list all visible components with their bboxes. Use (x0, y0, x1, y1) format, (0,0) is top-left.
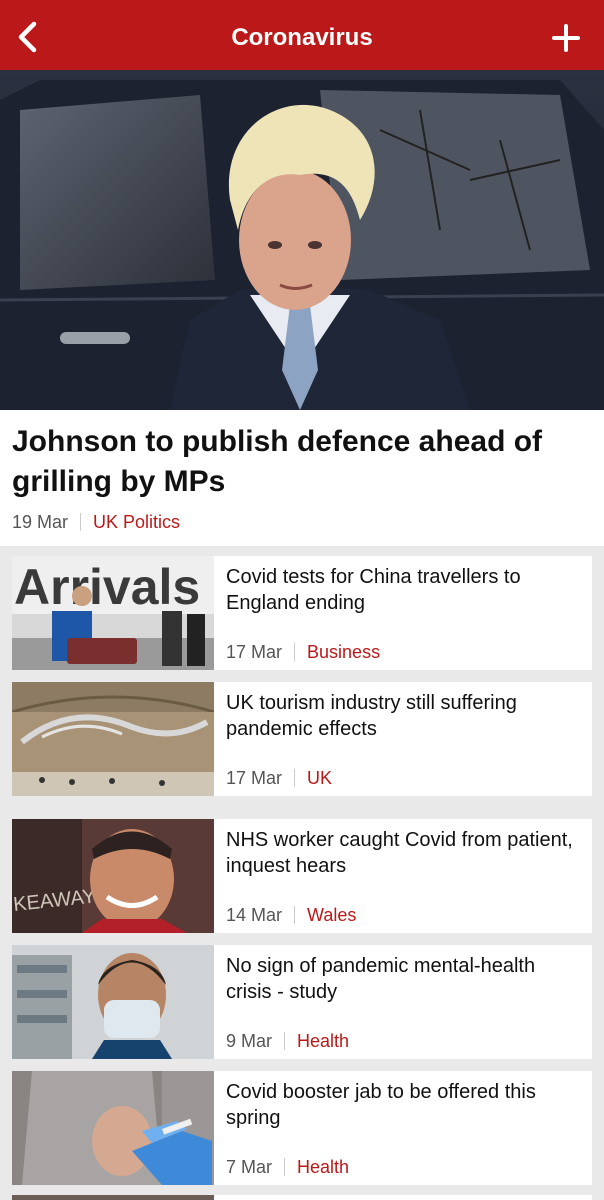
story-headline[interactable]: Covid booster jab to be offered this spr… (226, 1079, 582, 1131)
story-image-text: Arrivals (14, 559, 200, 615)
story-image (12, 945, 214, 1059)
top-story-headline[interactable]: Johnson to publish defence ahead of gril… (12, 422, 598, 502)
story-card[interactable]: Covid booster jab to be offered this spr… (12, 1071, 592, 1185)
story-card[interactable]: No sign of pandemic mental-health crisis… (12, 945, 592, 1059)
top-story-meta: 19 Mar UK Politics (12, 512, 180, 533)
plus-icon[interactable] (552, 24, 580, 52)
page-title: Coronavirus (231, 24, 373, 51)
story-meta: 17 Mar UK (226, 768, 332, 789)
top-bar: Coronavirus (0, 0, 604, 70)
story-headline[interactable]: Covid tests for China travellers to Engl… (226, 564, 582, 616)
story-category-link[interactable]: Wales (307, 905, 356, 925)
story-meta: 7 Mar Health (226, 1157, 349, 1178)
divider (294, 906, 296, 924)
story-image: KEAWAY (12, 819, 214, 933)
story-meta: 9 Mar Health (226, 1031, 349, 1052)
story-card[interactable]: KEAWAY NHS worker caught Covid from pati… (12, 819, 592, 933)
divider (284, 1032, 286, 1050)
story-card[interactable]: Arrivals Covid tests for China traveller… (12, 556, 592, 670)
story-date: 17 Mar (226, 642, 283, 662)
story-card[interactable]: UK tourism industry still suffering pand… (12, 682, 592, 796)
story-image (12, 682, 214, 796)
story-category-link[interactable]: Health (297, 1031, 349, 1051)
story-card-partial (12, 1195, 592, 1200)
story-category-link[interactable]: Health (297, 1157, 349, 1177)
story-image: Arrivals (12, 556, 214, 670)
story-headline[interactable]: No sign of pandemic mental-health crisis… (226, 953, 582, 1005)
story-image (12, 1071, 214, 1185)
story-meta: 14 Mar Wales (226, 905, 356, 926)
top-story-image (0, 70, 604, 410)
story-date: 7 Mar (226, 1157, 273, 1177)
divider (284, 1158, 286, 1176)
story-image (12, 1195, 214, 1200)
story-date: 14 Mar (226, 905, 283, 925)
story-date: 17 Mar (226, 768, 283, 788)
story-category-link[interactable]: UK (307, 768, 332, 788)
story-headline[interactable]: UK tourism industry still suffering pand… (226, 690, 582, 742)
top-story-date: 19 Mar (12, 512, 69, 532)
divider (80, 513, 82, 531)
divider (294, 769, 296, 787)
top-story[interactable]: Johnson to publish defence ahead of gril… (0, 70, 604, 546)
divider (294, 643, 296, 661)
story-date: 9 Mar (226, 1031, 273, 1051)
story-meta: 17 Mar Business (226, 642, 380, 663)
story-headline[interactable]: NHS worker caught Covid from patient, in… (226, 827, 582, 879)
top-story-category-link[interactable]: UK Politics (93, 512, 180, 532)
story-category-link[interactable]: Business (307, 642, 380, 662)
